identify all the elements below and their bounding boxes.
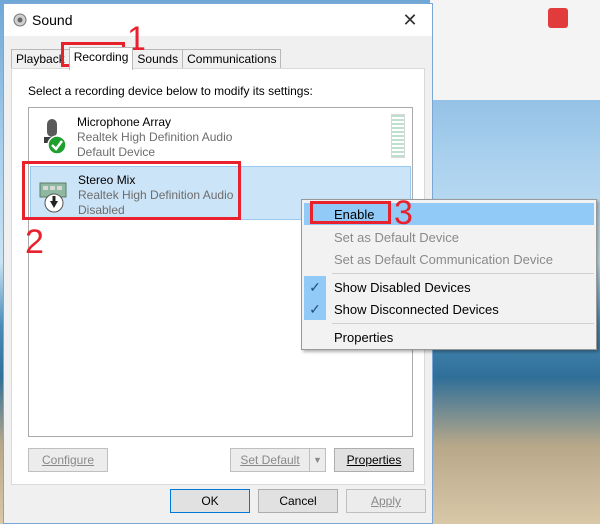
menu-item-set-default-communication-device[interactable]: Set as Default Communication Device [304, 248, 594, 270]
annotation-number-2: 2 [25, 223, 44, 261]
checkmark-icon: ✓ [304, 298, 326, 320]
tab-recording[interactable]: Recording [68, 47, 134, 70]
ok-button[interactable]: OK [170, 489, 250, 513]
checkmark-icon: ✓ [304, 276, 326, 298]
instruction-text: Select a recording device below to modif… [28, 84, 313, 98]
menu-item-properties[interactable]: Properties [304, 326, 594, 348]
menu-item-show-disconnected-devices[interactable]: ✓ Show Disconnected Devices [304, 298, 594, 320]
device-name: Microphone Array [77, 115, 172, 129]
speaker-icon [13, 13, 27, 27]
desktop-app-icon[interactable] [548, 8, 568, 28]
tab-communications[interactable]: Communications [182, 49, 282, 69]
annotation-box-enable [310, 201, 391, 224]
green-check-icon [47, 135, 67, 155]
cancel-button[interactable]: Cancel [258, 489, 338, 513]
close-icon: ✕ [402, 9, 418, 30]
chevron-down-icon: ▼ [313, 455, 322, 465]
properties-button[interactable]: Properties [334, 448, 414, 472]
menu-separator [332, 273, 594, 274]
set-default-dropdown[interactable]: ▼ [309, 448, 326, 472]
annotation-number-3: 3 [394, 194, 413, 232]
level-meter [391, 114, 405, 158]
set-default-button[interactable]: Set Default [230, 448, 310, 472]
title-bar: Sound ✕ [4, 4, 432, 36]
device-driver: Realtek High Definition Audio [77, 130, 233, 144]
window-title: Sound [32, 12, 73, 28]
menu-separator [332, 323, 594, 324]
annotation-box-stereo-mix [22, 161, 241, 220]
microphone-icon [44, 119, 67, 155]
menu-item-set-default-device[interactable]: Set as Default Device [304, 226, 594, 248]
menu-item-show-disabled-devices[interactable]: ✓ Show Disabled Devices [304, 276, 594, 298]
apply-button[interactable]: Apply [346, 489, 426, 513]
close-button[interactable]: ✕ [388, 4, 432, 36]
device-microphone-array[interactable]: Microphone Array Realtek High Definition… [30, 109, 411, 163]
configure-button[interactable]: Configure [28, 448, 108, 472]
device-status: Default Device [77, 145, 156, 159]
